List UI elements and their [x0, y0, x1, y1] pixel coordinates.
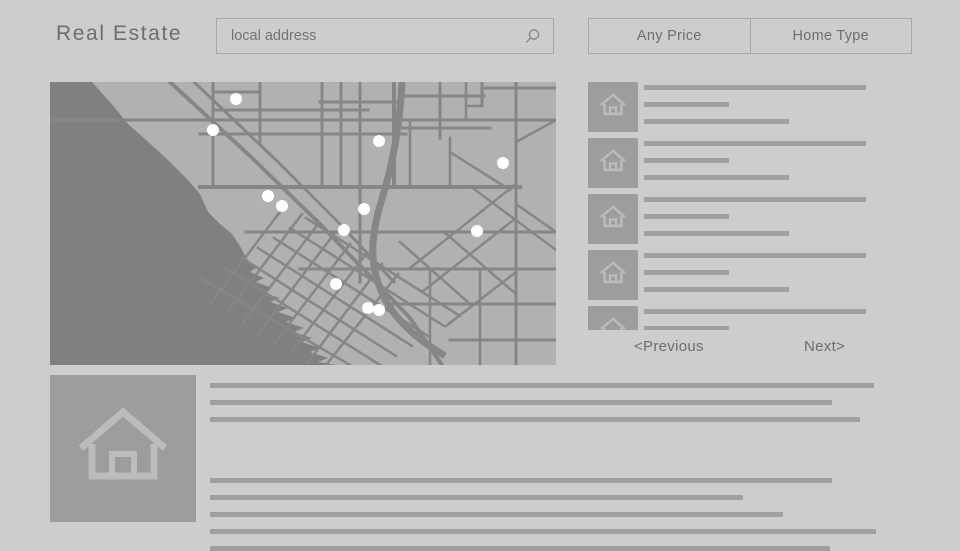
skeleton-line [644, 214, 729, 219]
skeleton-line [644, 158, 729, 163]
skeleton-line [210, 546, 830, 551]
skeleton-line [644, 326, 729, 330]
home-icon [598, 148, 628, 179]
listing-text-placeholder [644, 194, 912, 236]
skeleton-line [210, 400, 832, 405]
map-marker [373, 304, 385, 316]
filter-any-price[interactable]: Any Price [589, 19, 750, 53]
skeleton-line [644, 102, 729, 107]
map-marker [362, 302, 374, 314]
property-map[interactable] [50, 82, 556, 365]
map-marker [230, 93, 242, 105]
listing-results[interactable] [588, 82, 912, 330]
skeleton-line [644, 175, 789, 180]
listing-thumbnail [588, 82, 638, 132]
skeleton-line [644, 309, 866, 314]
list-item[interactable] [588, 250, 912, 306]
skeleton-line [644, 231, 789, 236]
featured-text-group-bottom [210, 434, 912, 551]
skeleton-line [210, 512, 783, 517]
featured-thumbnail [50, 375, 196, 522]
home-icon [598, 92, 628, 123]
map-marker [471, 225, 483, 237]
featured-text-group-top [210, 375, 912, 422]
pagination: <Previous Next> [588, 338, 912, 364]
home-icon [598, 316, 628, 330]
map-marker [262, 190, 274, 202]
page-title: Real Estate [56, 22, 183, 45]
previous-page-button[interactable]: <Previous [634, 338, 704, 355]
listing-thumbnail [588, 250, 638, 300]
list-item[interactable] [588, 306, 912, 330]
filter-home-type[interactable]: Home Type [749, 19, 912, 53]
listing-text-placeholder [644, 250, 912, 292]
listing-thumbnail [588, 194, 638, 244]
skeleton-line [644, 270, 729, 275]
list-item[interactable] [588, 82, 912, 138]
map-marker [497, 157, 509, 169]
map-marker [207, 124, 219, 136]
list-item[interactable] [588, 194, 912, 250]
next-page-button[interactable]: Next> [804, 338, 845, 355]
search-icon[interactable] [523, 28, 541, 46]
skeleton-line [644, 197, 866, 202]
map-canvas [50, 82, 556, 365]
featured-text-placeholder [210, 375, 912, 551]
map-marker [330, 278, 342, 290]
skeleton-line [644, 287, 789, 292]
skeleton-line [644, 119, 789, 124]
listing-text-placeholder [644, 82, 912, 124]
skeleton-line [210, 478, 832, 483]
skeleton-line [644, 141, 866, 146]
search-box[interactable] [216, 18, 554, 54]
map-marker [373, 135, 385, 147]
map-marker [358, 203, 370, 215]
map-marker [338, 224, 350, 236]
map-marker [276, 200, 288, 212]
skeleton-line [210, 383, 874, 388]
app-header: Real Estate Any Price Home Type [0, 0, 960, 72]
featured-listing[interactable] [50, 375, 912, 551]
filter-group: Any Price Home Type [588, 18, 912, 54]
skeleton-line [210, 417, 860, 422]
home-icon [598, 260, 628, 291]
skeleton-line [210, 529, 876, 534]
listing-thumbnail [588, 138, 638, 188]
listing-text-placeholder [644, 138, 912, 180]
skeleton-line [644, 85, 866, 90]
skeleton-line [644, 253, 866, 258]
skeleton-line [210, 495, 743, 500]
search-input[interactable] [231, 19, 521, 53]
home-icon [598, 204, 628, 235]
home-icon [75, 404, 171, 493]
list-item[interactable] [588, 138, 912, 194]
listing-text-placeholder [644, 306, 912, 330]
listing-thumbnail [588, 306, 638, 330]
